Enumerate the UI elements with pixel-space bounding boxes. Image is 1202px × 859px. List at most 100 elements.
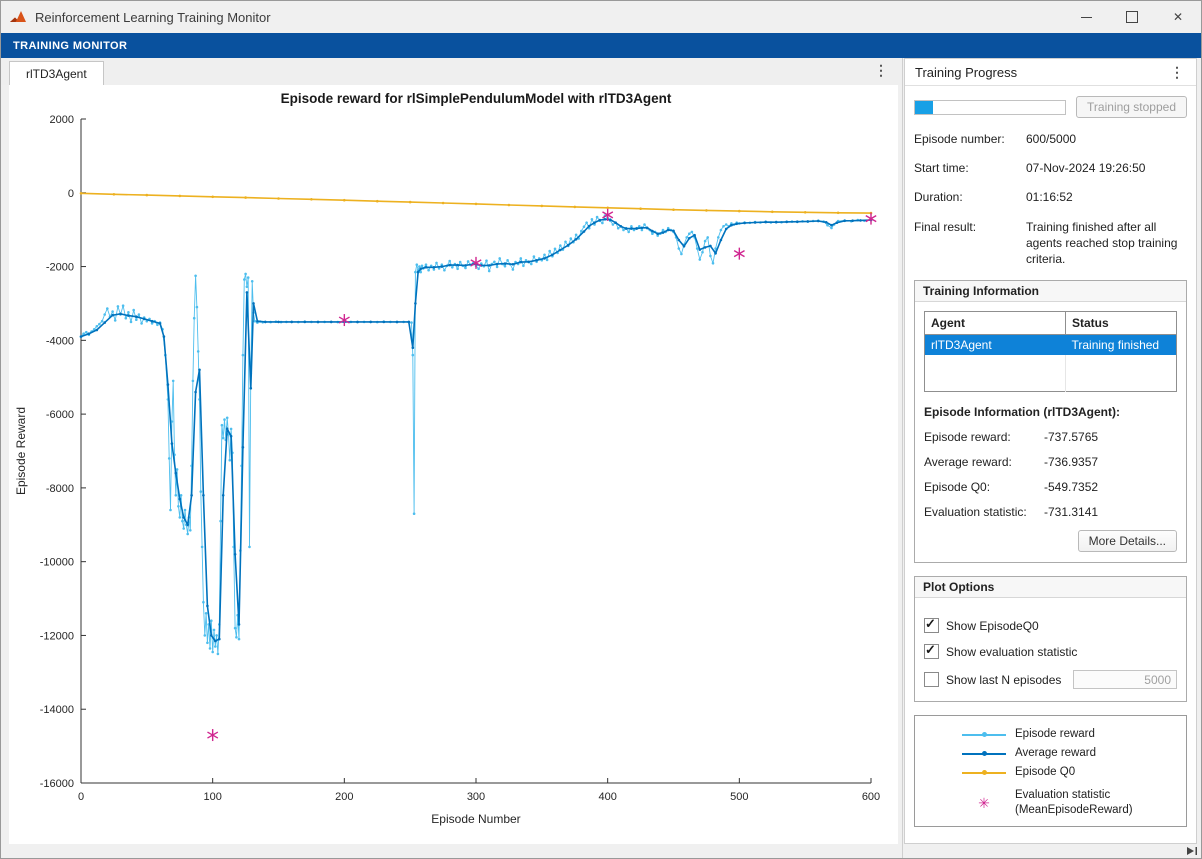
episode-q0-label: Episode Q0:	[924, 480, 1044, 494]
plot-options-title: Plot Options	[915, 577, 1186, 598]
svg-text:Episode Reward: Episode Reward	[14, 407, 28, 495]
panel-menu-icon[interactable]: ⋮	[1170, 64, 1184, 81]
titlebar: Reinforcement Learning Training Monitor …	[1, 1, 1201, 33]
average-reward-row: Average reward: -736.9357	[924, 455, 1177, 469]
svg-text:400: 400	[598, 791, 616, 803]
evaluation-statistic-value: -731.3141	[1044, 505, 1098, 519]
show-last-n-episodes-checkbox[interactable]	[924, 672, 939, 687]
svg-text:100: 100	[203, 791, 221, 803]
expand-panel-icon[interactable]	[1185, 845, 1199, 857]
evaluation-statistic-row: Evaluation statistic: -731.3141	[924, 505, 1177, 519]
svg-text:-12000: -12000	[40, 630, 74, 642]
episode-reward-label: Episode reward:	[924, 430, 1044, 444]
window-title: Reinforcement Learning Training Monitor	[35, 10, 271, 25]
average-reward-label: Average reward:	[924, 455, 1044, 469]
agent-status-table: Agent Status rlTD3Agent Training finishe…	[924, 311, 1177, 392]
tab-rltd3agent[interactable]: rlTD3Agent	[9, 61, 104, 86]
show-evaluation-statistic-checkbox[interactable]	[924, 644, 939, 659]
svg-text:Episode Number: Episode Number	[431, 812, 520, 826]
agent-cell[interactable]: rlTD3Agent	[925, 335, 1066, 356]
average-reward-swatch-icon	[953, 753, 1015, 755]
final-result-row: Final result: Training finished after al…	[914, 219, 1187, 268]
checkbox-row-show-episodeq0[interactable]: Show EpisodeQ0	[924, 618, 1177, 633]
show-episodeq0-label: Show EpisodeQ0	[946, 619, 1039, 633]
close-icon[interactable]: ✕	[1155, 1, 1201, 33]
svg-text:-14000: -14000	[40, 704, 74, 716]
legend-item-average-reward: Average reward	[953, 744, 1180, 763]
document-tabstrip: rlTD3Agent ⋮	[1, 58, 902, 85]
panel-title: Training Progress	[915, 65, 1017, 80]
app-window: Reinforcement Learning Training Monitor …	[0, 0, 1202, 859]
show-evaluation-statistic-label: Show evaluation statistic	[946, 645, 1077, 659]
legend: Episode reward Average reward Episode Q0…	[914, 715, 1187, 827]
show-last-n-episodes-label: Show last N episodes	[946, 673, 1061, 687]
episode-reward-row: Episode reward: -737.5765	[924, 430, 1177, 444]
svg-text:0: 0	[68, 188, 74, 200]
episode-reward-chart: 20000-2000-4000-6000-8000-10000-12000-14…	[9, 85, 894, 833]
maximize-icon[interactable]	[1109, 1, 1155, 33]
svg-text:Episode reward for rlSimplePen: Episode reward for rlSimplePendulumModel…	[281, 91, 672, 106]
status-cell[interactable]: Training finished	[1066, 335, 1177, 356]
legend-item-episode-reward: Episode reward	[953, 725, 1180, 744]
svg-text:2000: 2000	[50, 114, 74, 126]
svg-text:-2000: -2000	[46, 262, 74, 274]
reward-plot-panel: 20000-2000-4000-6000-8000-10000-12000-14…	[9, 85, 898, 844]
progress-row: Training stopped	[914, 96, 1187, 118]
episode-q0-row: Episode Q0: -549.7352	[924, 480, 1177, 494]
average-reward-value: -736.9357	[1044, 455, 1098, 469]
table-row[interactable]: rlTD3Agent Training finished	[925, 335, 1177, 356]
svg-text:-6000: -6000	[46, 409, 74, 421]
training-information-group: Training Information Agent Status rlTD3A…	[914, 280, 1187, 563]
svg-text:-16000: -16000	[40, 778, 74, 790]
training-progress-panel: Training Progress ⋮ Training stopped Epi…	[904, 58, 1197, 844]
more-details-button[interactable]: More Details...	[1078, 530, 1177, 552]
svg-text:-4000: -4000	[46, 335, 74, 347]
checkbox-row-show-last-n-episodes[interactable]: Show last N episodes	[924, 670, 1177, 689]
legend-item-evaluation-statistic: ✳ Evaluation statistic (MeanEpisodeRewar…	[953, 788, 1180, 817]
column-header-agent[interactable]: Agent	[925, 312, 1066, 335]
duration-label: Duration:	[914, 189, 1026, 205]
episode-reward-swatch-icon	[953, 734, 1015, 736]
progress-bar-fill	[915, 101, 933, 114]
svg-text:0: 0	[78, 791, 84, 803]
svg-text:-10000: -10000	[40, 557, 74, 569]
minimize-icon[interactable]	[1063, 1, 1109, 33]
svg-text:300: 300	[467, 791, 485, 803]
evaluation-statistic-asterisk-icon: ✳	[953, 797, 1015, 809]
start-time-label: Start time:	[914, 160, 1026, 176]
tab-training-monitor[interactable]: TRAINING MONITOR	[1, 40, 139, 52]
column-header-status[interactable]: Status	[1066, 312, 1177, 335]
episode-q0-value: -549.7352	[1044, 480, 1098, 494]
episode-number-row: Episode number: 600/5000	[914, 131, 1187, 147]
evaluation-statistic-label: Evaluation statistic:	[924, 505, 1044, 519]
document-area: rlTD3Agent ⋮ 20000-2000-4000-6000-8000-1…	[1, 58, 903, 858]
episode-q0-swatch-icon	[953, 772, 1015, 774]
training-progress-bar	[914, 100, 1066, 115]
svg-text:600: 600	[862, 791, 880, 803]
duration-row: Duration: 01:16:52	[914, 189, 1187, 205]
show-episodeq0-checkbox[interactable]	[924, 618, 939, 633]
training-info-rows: Episode number: 600/5000 Start time: 07-…	[914, 131, 1187, 267]
toolstrip: TRAINING MONITOR	[1, 33, 1201, 58]
table-empty-area	[925, 355, 1177, 392]
episode-reward-value: -737.5765	[1044, 430, 1098, 444]
plot-options-group: Plot Options Show EpisodeQ0 Show evaluat…	[914, 576, 1187, 702]
episode-number-label: Episode number:	[914, 131, 1026, 147]
episode-information-title: Episode Information (rlTD3Agent):	[924, 405, 1177, 419]
svg-text:200: 200	[335, 791, 353, 803]
svg-text:500: 500	[730, 791, 748, 803]
checkbox-row-show-evaluation-statistic[interactable]: Show evaluation statistic	[924, 644, 1177, 659]
matlab-icon	[9, 8, 27, 26]
svg-text:-8000: -8000	[46, 483, 74, 495]
episode-number-value: 600/5000	[1026, 131, 1187, 147]
legend-item-episode-q0: Episode Q0	[953, 763, 1180, 782]
duration-value: 01:16:52	[1026, 189, 1187, 205]
start-time-value: 07-Nov-2024 19:26:50	[1026, 160, 1187, 176]
tab-overflow-icon[interactable]: ⋮	[874, 62, 888, 79]
final-result-value: Training finished after all agents reach…	[1026, 219, 1184, 268]
final-result-label: Final result:	[914, 219, 1026, 268]
training-information-title: Training Information	[915, 281, 1186, 302]
last-n-episodes-input[interactable]	[1073, 670, 1177, 689]
training-stopped-button[interactable]: Training stopped	[1076, 96, 1187, 118]
start-time-row: Start time: 07-Nov-2024 19:26:50	[914, 160, 1187, 176]
